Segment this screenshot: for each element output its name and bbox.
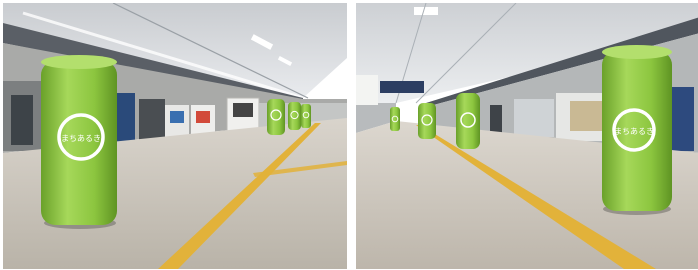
green-pillar-ad (41, 61, 117, 225)
photo-right: まちあるき (356, 3, 698, 269)
pillar-logo-text-right: まちあるき (614, 127, 654, 136)
photo-left: まちあるき (3, 3, 347, 269)
pillar-logo-text: まちあるき (61, 134, 101, 143)
concourse-right-scene: まちあるき (356, 3, 698, 269)
concourse-left-scene: まちあるき (3, 3, 347, 269)
